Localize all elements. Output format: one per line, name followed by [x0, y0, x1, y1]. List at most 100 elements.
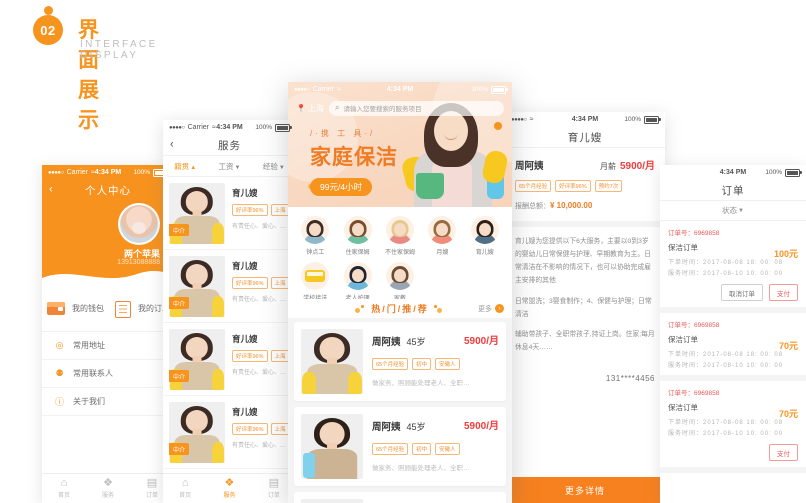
tag-chip: 初中 — [412, 443, 432, 455]
pin-icon: 📍 — [296, 103, 306, 113]
category-live-out-nanny[interactable]: 不住家保姆 — [379, 216, 421, 256]
tag-chip: 预约7次 — [594, 180, 623, 192]
grid-icon: ❖ — [103, 477, 113, 489]
category-maternity-nurse[interactable]: 月嫂 — [421, 216, 463, 256]
pay-button[interactable]: 支付 — [769, 284, 798, 301]
menu-item-contacts[interactable]: ⚉ 常用联系人 — [42, 360, 174, 388]
back-button[interactable]: ‹ — [49, 184, 53, 196]
profile-header: ●●●●○ Carrier ≈ 4:34 PM 100% ‹ 个人中心 两个苹果 — [42, 165, 174, 286]
list-item[interactable]: 周阿姨45岁 5900/月 65个月经验 初中 安徽人 做家务、照顾能处理老人、… — [294, 492, 506, 503]
filter-origin[interactable]: 籍贯▲ — [163, 161, 207, 172]
total-value: ¥ 10,000.00 — [550, 201, 593, 210]
battery-percent-label: 100% — [471, 86, 488, 93]
list-item[interactable]: 中介 育儿嫂 好评率96% 上海 有责任心、爱心、耐心… — [163, 396, 296, 469]
order-amount: 70元 — [778, 341, 798, 351]
list-item[interactable]: 周阿姨45岁 5900/月 65个月经验 初中 安徽人 做家务、照顾能处理老人、… — [294, 322, 506, 401]
tab-home[interactable]: ⌂ 首页 — [42, 474, 86, 503]
worker-title: 育儿嫂 — [232, 334, 258, 344]
tab-label: 服务 — [101, 493, 114, 499]
order-row[interactable]: 订单号：6969858 保洁订单 下单时间：2017-08-08 18: 00:… — [660, 313, 806, 381]
nurse-icon — [343, 262, 372, 290]
category-elderly-care[interactable]: 老人护理 — [336, 262, 378, 302]
agency-badge: 中介 — [169, 443, 190, 455]
banner-price-pill: 99元/4小时 — [310, 178, 373, 196]
tab-services[interactable]: ❖ 服务 — [86, 474, 130, 503]
status-filter[interactable]: 状态 ▼ — [660, 201, 806, 221]
maid-icon — [301, 216, 330, 244]
worker-photo — [301, 499, 363, 503]
order-row[interactable]: 订单号：6969858 保洁订单 下单时间：2017-08-08 18: 00:… — [660, 221, 806, 313]
description-paragraph: 育儿嫂为您提供以下6大服务，主要以0到3岁的婴幼儿日常保健与护理、早期教育为主。… — [515, 238, 651, 284]
cancel-order-button[interactable]: 取消订单 — [721, 284, 763, 301]
worker-name: 周阿姨 — [372, 337, 401, 348]
total-label: 报酬总额： — [515, 203, 550, 210]
status-bar: ●●●●○ ≈ 4:34 PM 100% — [505, 112, 665, 127]
list-item[interactable]: 中介 育儿嫂 好评率96% 上海 有责任心、爱心、耐心… — [163, 323, 296, 396]
battery-percent-label: 100% — [255, 124, 272, 131]
quick-action-wallet[interactable]: 我的钱包 — [42, 299, 108, 317]
search-input[interactable]: ⌕ 请输入您要搜索的服务项目 — [328, 100, 504, 116]
worker-photo: 中介 — [169, 183, 225, 244]
chevron-down-icon: ▼ — [234, 164, 241, 171]
location-selector[interactable]: 📍 上海 — [296, 103, 324, 114]
section-number: 02 — [33, 15, 63, 45]
detail-header: 周阿姨 月薪 5900/月 65个月经验 好评率96% 预约7次 报酬总额：¥ … — [505, 148, 665, 227]
recommend-list: 周阿姨 45岁 5900/月 65个月经验 初中 安徽人 做家务、照顾能处理老人、… — [288, 318, 512, 503]
info-icon: ⓘ — [54, 397, 64, 407]
filter-salary[interactable]: 工资▼ — [207, 161, 251, 172]
tab-home[interactable]: ⌂ 首页 — [163, 474, 207, 503]
category-school-pickup[interactable]: 学校接送 — [294, 262, 336, 302]
worker-desc: 做家务、照顾能处理老人、全职… — [372, 465, 470, 472]
category-hourly-worker[interactable]: 钟点工 — [294, 216, 336, 256]
teacher-icon — [385, 262, 414, 290]
battery-percent-label: 100% — [624, 116, 641, 123]
detail-description: 育儿嫂为您提供以下6大服务，主要以0到3岁的婴幼儿日常保健与护理、早期教育为主。… — [505, 227, 665, 373]
page-title: 服务 — [218, 139, 241, 152]
list-item[interactable]: 中介 育儿嫂 好评率96% 上海 有责任心、爱心、耐心… — [163, 250, 296, 323]
menu-item-about[interactable]: ⓘ 关于我们 — [42, 388, 174, 416]
agency-badge: 中介 — [169, 370, 190, 382]
agency-badge: 中介 — [169, 224, 190, 236]
tab-label: 首页 — [179, 493, 192, 499]
more-button[interactable]: 更多 › — [478, 304, 504, 314]
grid-icon: ❖ — [224, 477, 235, 489]
phone-mockup-service-list: ●●●●○ Carrier ≈ 4:34 PM 100% ‹ 服务 籍贯▲ 工资… — [163, 120, 296, 503]
order-service-time: 服务时间：2017-08-10 10: 00: 00 — [668, 431, 784, 437]
category-label: 月嫂 — [436, 250, 449, 256]
more-details-button[interactable]: 更多详情 — [505, 477, 665, 503]
status-filter-label: 状态 — [722, 206, 738, 215]
menu-item-address[interactable]: ◎ 常用地址 — [42, 332, 174, 360]
person-icon: ⚉ — [55, 368, 64, 378]
order-service-time: 服务时间：2017-08-10 10: 00: 00 — [668, 363, 784, 369]
battery-icon — [275, 123, 292, 132]
tab-services[interactable]: ❖ 服务 — [207, 474, 251, 503]
avatar[interactable] — [118, 203, 160, 245]
order-number: 订单号：6969858 — [668, 230, 720, 237]
back-button[interactable]: ‹ — [170, 139, 174, 151]
accent-dot-icon — [44, 6, 53, 15]
pay-button[interactable]: 支付 — [769, 444, 798, 461]
list-item[interactable]: 中介 育儿嫂 好评率96% 上海 有责任心、爱心、耐心… — [163, 177, 296, 250]
battery-icon — [644, 115, 661, 124]
worker-photo — [301, 414, 363, 479]
category-tutor[interactable]: 家教 — [379, 262, 421, 302]
order-amount: 70元 — [778, 409, 798, 419]
category-childcare-nanny[interactable]: 育儿嫂 — [464, 216, 506, 256]
interface-display-page: 02 界面展示 INTERFACE DISPLAY ●●●●○ Carrier … — [0, 0, 806, 503]
order-row[interactable]: 订单号：6969858 保洁订单 下单时间：2017-08-08 18: 00:… — [660, 381, 806, 473]
worker-desc: 有责任心、爱心、耐心… — [232, 443, 290, 449]
list-item[interactable]: 周阿姨45岁 5900/月 65个月经验 初中 安徽人 做家务、照顾能处理老人、… — [294, 407, 506, 486]
worker-photo: 中介 — [169, 329, 225, 390]
worker-photo: 中介 — [169, 402, 225, 463]
category-label: 钟点工 — [306, 250, 325, 256]
worker-price: 5900/月 — [463, 421, 499, 432]
decor-right-icon — [433, 304, 445, 313]
wave-divider — [42, 264, 174, 286]
category-live-in-nanny[interactable]: 住家保姆 — [336, 216, 378, 256]
chevron-up-icon: ▲ — [190, 164, 197, 171]
nav-bar: 育儿嫂 — [505, 127, 665, 148]
location-label: 上海 — [307, 103, 324, 113]
banner-subtitle: /·携 工 具·/ — [310, 129, 376, 138]
tag-chip: 上海 — [270, 350, 290, 362]
worker-title: 育儿嫂 — [232, 407, 258, 417]
